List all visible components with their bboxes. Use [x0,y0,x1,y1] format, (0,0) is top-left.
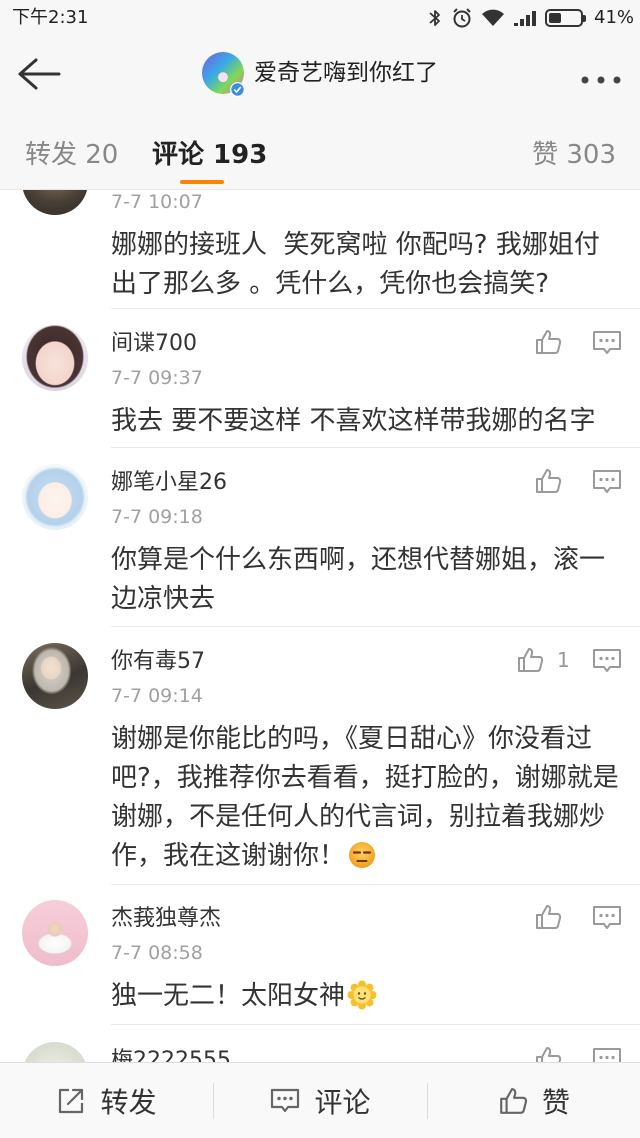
comment-text-line: 谢娜是你能比的吗，《夏日甜心》你没看过 [111,724,593,754]
user-avatar[interactable] [22,900,88,966]
more-dots-icon[interactable] [580,70,622,84]
title-bar: 爱奇艺嗨到你红了 [0,36,640,112]
thumbs-up-icon[interactable] [534,467,562,495]
user-avatar[interactable] [22,643,88,709]
comment-icon [270,1086,300,1116]
thumbs-up-icon [498,1086,528,1116]
comment-username[interactable]: 杰莪独尊杰 [111,905,221,933]
comment-date: 7-7 08:58 [111,942,203,964]
comment-text: 娜娜的接班人 笑死窝啦 你配吗? 我娜姐付 出了那么多 。凭什么，凭你也会搞笑? [111,226,630,304]
thumbs-up-icon[interactable] [534,903,562,931]
comment-icon[interactable] [592,330,622,356]
comment-text-fragment: 独一无二！太阳女神 [111,981,346,1011]
repost-label: 转发 [100,1085,157,1119]
divider [111,447,640,448]
tab-likes[interactable]: 赞 303 [532,138,616,172]
comment-list: 7-7 10:07 娜娜的接班人 笑死窝啦 你配吗? 我娜姐付 出了那么多 。凭… [0,190,640,1062]
wifi-icon [481,0,505,36]
battery-percent: 41% [594,7,635,28]
comment-label: 评论 [314,1085,371,1119]
status-time: 下午2:31 [12,7,89,28]
user-avatar[interactable] [22,325,88,391]
battery-icon [545,9,586,27]
like-label: 赞 [541,1085,570,1119]
comment-username[interactable]: 梅2222555 [111,1047,231,1062]
comment-text-line: 娜娜的接班人 笑死窝啦 你配吗? 我娜姐付 [111,230,600,260]
battery-level-fill [549,13,562,23]
comment-text-line: 吧?，我推荐你去看看，挺打脸的，谢娜就是 [111,763,619,793]
divider [111,884,640,885]
like-count: 1 [557,648,570,672]
unamused-face-emoji [347,840,377,870]
comment-date: 7-7 09:37 [111,367,203,389]
thumbs-up-icon[interactable] [534,328,562,356]
comment-username[interactable]: 你有毒57 [111,648,205,676]
share-icon [56,1086,86,1116]
repost-button[interactable]: 转发 [0,1063,213,1138]
thumbs-up-icon[interactable] [534,1045,562,1062]
comment-text-line: 谢娜，不是任何人的代言词，别拉着我娜炒 [111,802,606,832]
comment-text-line: 出了那么多 。凭什么，凭你也会搞笑? [111,269,550,299]
tab-bar: 转发 20 评论 193 赞 303 [0,112,640,190]
comment-icon[interactable] [592,1047,622,1062]
comment-date: 7-7 09:18 [111,506,203,528]
bottom-action-bar: 转发 评论 赞 [0,1062,640,1138]
user-avatar[interactable] [22,464,88,530]
verified-badge-icon [230,82,245,97]
comment-icon[interactable] [592,648,622,674]
bluetooth-icon [428,0,442,36]
tab-comments[interactable]: 评论 193 [152,138,267,172]
divider [111,626,640,627]
comment-username[interactable]: 间谍700 [111,330,197,358]
comment-button[interactable]: 评论 [214,1063,427,1138]
tab-repost[interactable]: 转发 20 [25,138,118,172]
comment-text-line: 你算是个什么东西啊，还想代替娜姐，滚一 [111,545,606,575]
comment-text-fragment: 作，我在这谢谢你！ [111,841,346,871]
sun-face-emoji [347,980,377,1010]
comment-text-line-with-emoji: 独一无二！太阳女神 [111,977,630,1016]
user-avatar[interactable] [22,190,88,215]
thumbs-up-icon[interactable] [516,646,544,674]
alarm-icon [451,0,473,36]
comment-username[interactable]: 娜笔小星26 [111,469,227,497]
comment-date: 7-7 10:07 [111,191,203,213]
comment-text-line: 边凉快去 [111,584,216,614]
comment-icon[interactable] [592,469,622,495]
comment-text: 我去 要不要这样 不喜欢这样带我娜的名字 [111,402,630,441]
comment-text-line: 我去 要不要这样 不喜欢这样带我娜的名字 [111,406,596,436]
user-avatar[interactable] [22,1042,88,1062]
divider [111,308,640,309]
comment-text: 谢娜是你能比的吗，《夏日甜心》你没看过 吧?，我推荐你去看看，挺打脸的，谢娜就是… [111,720,630,876]
comment-date: 7-7 09:14 [111,685,203,707]
comment-text: 独一无二！太阳女神 [111,977,630,1016]
active-tab-indicator [180,180,224,184]
comment-text: 你算是个什么东西啊，还想代替娜姐，滚一 边凉快去 [111,541,630,619]
status-bar: 下午2:31 41% [0,0,640,36]
signal-icon [514,0,540,36]
comment-text-line-with-emoji: 作，我在这谢谢你！ [111,837,630,876]
comment-icon[interactable] [592,905,622,931]
battery-tip [583,15,586,22]
like-button[interactable]: 赞 [428,1063,640,1138]
divider [111,1024,640,1025]
page-title[interactable]: 爱奇艺嗨到你红了 [254,58,438,88]
back-arrow-icon[interactable] [16,56,62,92]
